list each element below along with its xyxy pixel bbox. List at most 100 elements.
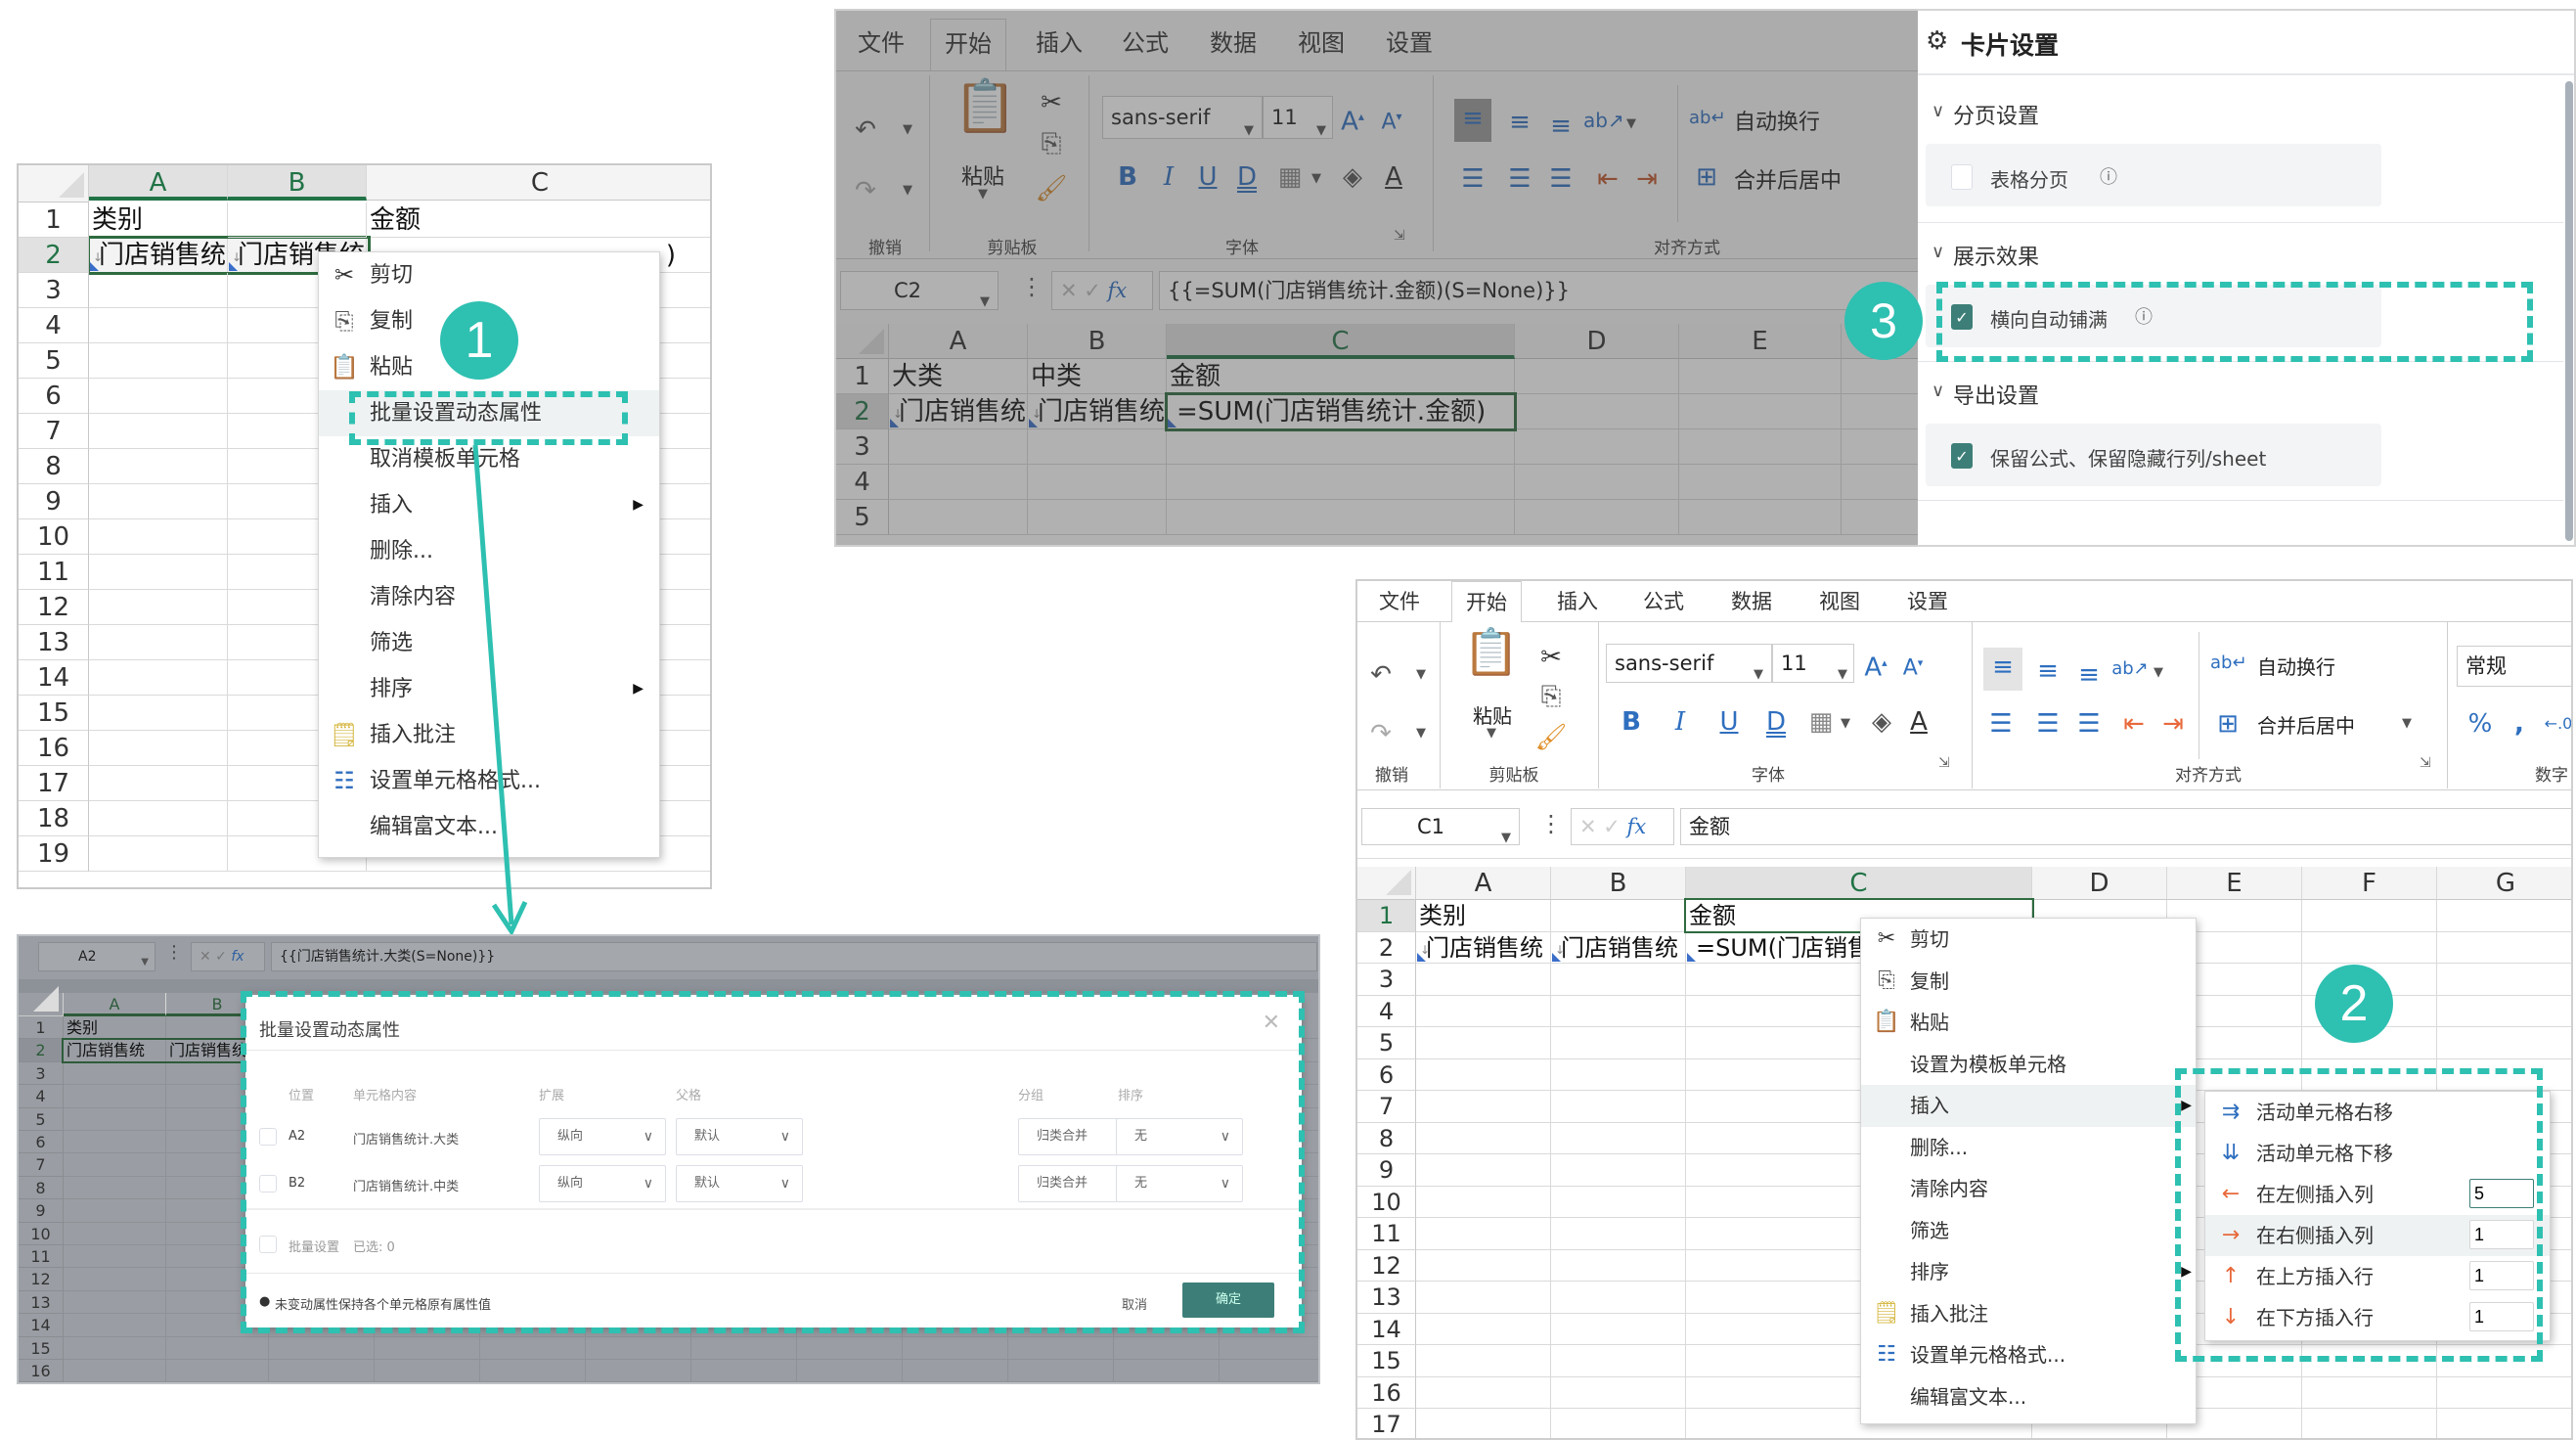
cell-d5[interactable] xyxy=(1515,500,1679,535)
tab-3[interactable]: 公式 xyxy=(1108,19,1182,71)
cell-a4[interactable] xyxy=(889,465,1028,500)
tab-4[interactable]: 数据 xyxy=(1717,581,1786,622)
cell-b2[interactable]: ↓ 门店销售统 xyxy=(1551,931,1686,964)
font-color-icon[interactable]: A xyxy=(1376,158,1411,197)
tab-4[interactable]: 数据 xyxy=(1196,19,1270,71)
grid-cell[interactable] xyxy=(166,1336,269,1360)
cell-b5[interactable] xyxy=(1028,500,1167,535)
row-header-1[interactable]: 1 xyxy=(836,359,889,394)
fx-icon[interactable]: fx xyxy=(1108,279,1128,302)
double-underline-icon[interactable]: D xyxy=(1758,702,1794,742)
context-menu-item-4[interactable]: 插入 ▶ xyxy=(1861,1085,2196,1127)
grid-cell[interactable] xyxy=(166,1360,269,1382)
merge-center-icon[interactable]: ⊞ xyxy=(2210,704,2245,743)
redo-dropdown-icon[interactable]: ▼ xyxy=(1416,726,1426,741)
column-header-c[interactable]: C xyxy=(1167,324,1515,359)
tab-6[interactable]: 设置 xyxy=(1372,19,1446,71)
text-orientation-icon[interactable]: ab↗ xyxy=(2110,650,2150,689)
grid-cell[interactable] xyxy=(480,1360,586,1382)
grid-cell[interactable] xyxy=(691,1336,797,1360)
font-shrink-icon[interactable]: A▾ xyxy=(1374,97,1409,142)
cut-icon[interactable]: ✂ xyxy=(1032,83,1071,122)
grid-cell[interactable] xyxy=(64,1336,166,1360)
row-header-11[interactable]: 11 xyxy=(1357,1218,1416,1250)
underline-icon[interactable]: U xyxy=(1711,702,1747,742)
cell-f6[interactable] xyxy=(2302,1058,2437,1091)
row-header-4[interactable]: 4 xyxy=(836,465,889,500)
column-header-g[interactable]: G xyxy=(2437,867,2571,900)
font-dialog-launcher-icon[interactable]: ⇲ xyxy=(1938,755,1950,771)
row-header-10[interactable]: 10 xyxy=(19,1222,64,1245)
align-middle-icon[interactable]: ≡ xyxy=(1501,103,1538,142)
cell-f15[interactable] xyxy=(2302,1345,2437,1377)
align-right-icon[interactable]: ☰ xyxy=(2071,704,2107,743)
row-header-5[interactable]: 5 xyxy=(19,1107,64,1131)
paste-label[interactable]: 粘贴 xyxy=(1473,700,1512,729)
cell-a1[interactable]: 大类 xyxy=(889,359,1028,394)
cell-a9[interactable] xyxy=(1416,1154,1551,1187)
decrease-indent-icon[interactable]: ⇤ xyxy=(1589,159,1626,199)
cell-a6[interactable] xyxy=(1416,1058,1551,1091)
align-right-icon[interactable]: ☰ xyxy=(1542,159,1579,199)
cell-b13[interactable] xyxy=(1551,1282,1686,1314)
column-header-e[interactable]: E xyxy=(1679,324,1842,359)
row-header-8[interactable]: 8 xyxy=(1357,1122,1416,1154)
tab-2[interactable]: 插入 xyxy=(1022,19,1096,71)
cell-f2[interactable] xyxy=(2302,931,2437,964)
cell-a16[interactable] xyxy=(1416,1376,1551,1409)
cell-b12[interactable] xyxy=(1551,1249,1686,1282)
cell-e2[interactable] xyxy=(1679,394,1842,429)
cell-g16[interactable] xyxy=(2437,1377,2571,1409)
section-title-export[interactable]: 导出设置 xyxy=(1953,379,2039,410)
grid-cell[interactable]: 门店销售统 xyxy=(64,1039,166,1062)
auto-fill-horizontal-checkbox[interactable]: ✓ xyxy=(1951,304,1973,330)
cell-b7[interactable] xyxy=(1551,1091,1686,1123)
align-center-icon[interactable]: ☰ xyxy=(2030,704,2065,743)
cell-a3[interactable] xyxy=(889,429,1028,465)
context-menu-item-7[interactable]: 筛选 xyxy=(1861,1210,2196,1252)
cell-f16[interactable] xyxy=(2302,1376,2437,1409)
cell-a17[interactable] xyxy=(1416,1409,1551,1438)
context-menu-item-5[interactable]: 删除... xyxy=(1861,1127,2196,1169)
grid-cell[interactable] xyxy=(64,1199,166,1223)
cell-g17[interactable] xyxy=(2437,1409,2571,1438)
section-title-pagination[interactable]: 分页设置 xyxy=(1953,99,2039,130)
cell-e3[interactable] xyxy=(1679,429,1842,465)
row-header-11[interactable]: 11 xyxy=(19,1245,64,1269)
row-header-1[interactable]: 1 xyxy=(1357,900,1416,932)
grid-cell[interactable] xyxy=(1114,1336,1220,1360)
grid-cell[interactable] xyxy=(1114,1360,1220,1382)
row-header-5[interactable]: 5 xyxy=(1357,1027,1416,1059)
info-circle-icon[interactable]: ⓘ xyxy=(2135,303,2153,329)
bold-icon[interactable]: B xyxy=(1110,158,1145,197)
number-format-select[interactable]: 常规 xyxy=(2457,646,2571,687)
italic-icon[interactable]: I xyxy=(1663,702,1698,742)
grid-cell[interactable] xyxy=(64,1153,166,1177)
expand-select[interactable]: 纵向 ∨ xyxy=(539,1118,666,1155)
cell-d2[interactable] xyxy=(1515,394,1679,429)
tab-2[interactable]: 插入 xyxy=(1543,581,1612,622)
fx-icon[interactable]: fx xyxy=(231,949,244,965)
align-bottom-icon[interactable]: ≡ xyxy=(1542,107,1579,146)
row-header-3[interactable]: 3 xyxy=(1357,964,1416,996)
tab-0[interactable]: 文件 xyxy=(1365,581,1434,622)
tab-5[interactable]: 视图 xyxy=(1805,581,1874,622)
redo-dropdown-icon[interactable]: ▼ xyxy=(903,183,912,198)
undo-dropdown-icon[interactable]: ▼ xyxy=(1416,667,1426,682)
format-painter-icon[interactable]: 🖌 xyxy=(1032,169,1071,208)
table-pagination-checkbox[interactable] xyxy=(1951,164,1973,190)
row-header-12[interactable]: 12 xyxy=(1357,1249,1416,1282)
font-grow-icon[interactable]: A▴ xyxy=(1858,644,1893,688)
row-header-16[interactable]: 16 xyxy=(19,1360,64,1382)
insert-submenu-item-2[interactable]: ← 在左侧插入列 xyxy=(2205,1174,2550,1215)
parent-select[interactable]: 默认 ∨ xyxy=(676,1165,803,1202)
paste-icon[interactable]: 📋 xyxy=(1463,629,1519,687)
column-header-b[interactable]: B xyxy=(1028,324,1167,359)
cell-b16[interactable] xyxy=(1551,1376,1686,1409)
context-menu-item-2[interactable]: 📋 粘贴 xyxy=(1861,1002,2196,1044)
align-top-icon[interactable]: ≡ xyxy=(1454,99,1491,142)
cut-icon[interactable]: ✂ xyxy=(1533,638,1569,677)
insert-submenu-item-5[interactable]: ↓ 在下方插入行 xyxy=(2205,1297,2550,1338)
grid-cell[interactable] xyxy=(64,1222,166,1245)
font-size-select[interactable]: 11 ▼ xyxy=(1772,644,1854,683)
